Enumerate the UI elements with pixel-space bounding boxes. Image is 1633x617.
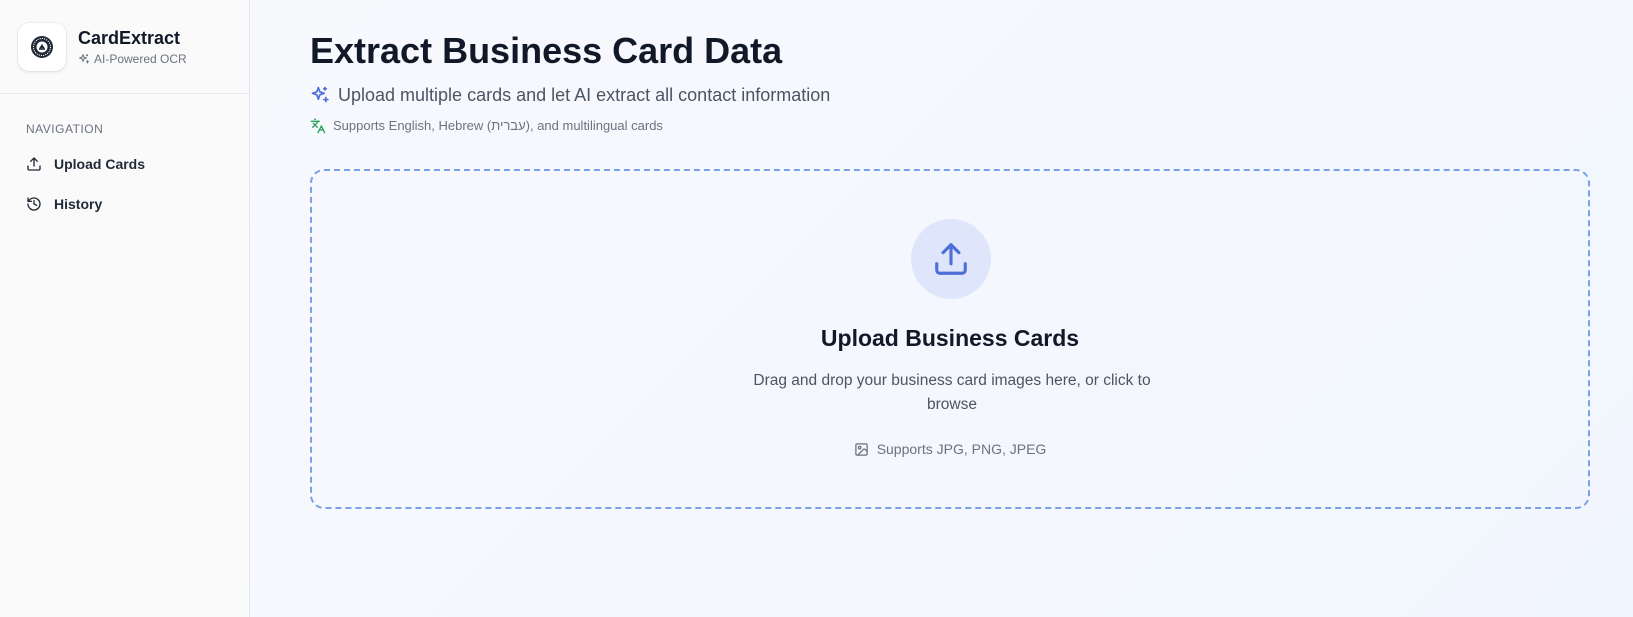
sparkles-icon	[311, 86, 329, 103]
image-icon	[854, 442, 868, 456]
sidebar-nav: NAVIGATION Upload Cards History	[0, 94, 249, 224]
dropzone-description: Drag and drop your business card images …	[753, 372, 1151, 413]
upload-icon-circle	[911, 219, 991, 299]
brand-tagline: AI-Powered OCR	[78, 51, 187, 67]
dropzone-formats-text: Supports JPG, PNG, JPEG	[876, 441, 1047, 457]
upload-icon	[935, 243, 967, 275]
dropzone-formats: Supports JPG, PNG, JPEG	[312, 441, 1588, 457]
sidebar-item-label: Upload Cards	[54, 156, 146, 172]
page-subtitle-text: Upload multiple cards and let AI extract…	[338, 85, 831, 105]
sidebar-item-label: History	[54, 196, 103, 212]
upload-icon	[27, 157, 41, 171]
sparkles-icon	[79, 53, 90, 63]
sidebar: CardExtract AI-Powered OCR NAVIGATION Up…	[0, 0, 250, 617]
brand-tagline-text: AI-Powered OCR	[94, 51, 187, 66]
upload-dropzone[interactable]: Upload Business Cards Drag and drop your…	[310, 169, 1590, 509]
brand-logo[interactable]	[18, 22, 66, 71]
sidebar-item-upload-cards[interactable]: Upload Cards	[0, 144, 249, 184]
nav-heading: NAVIGATION	[26, 122, 104, 136]
page-subtitle: Upload multiple cards and let AI extract…	[310, 82, 830, 108]
sidebar-item-history[interactable]: History	[0, 184, 249, 224]
brand: CardExtract AI-Powered OCR	[0, 0, 249, 94]
dropzone-title: Upload Business Cards	[820, 325, 1080, 351]
page-title: Extract Business Card Data	[310, 30, 783, 71]
languages-icon	[310, 118, 326, 134]
languages-note: Supports English, Hebrew (עברית), and mu…	[310, 117, 663, 135]
languages-note-text: Supports English, Hebrew (עברית), and mu…	[333, 118, 663, 133]
main-content: Extract Business Card Data Upload multip…	[250, 0, 1633, 617]
seal-logo-icon	[31, 35, 53, 58]
brand-name: CardExtract	[78, 27, 181, 48]
history-icon	[27, 197, 41, 211]
